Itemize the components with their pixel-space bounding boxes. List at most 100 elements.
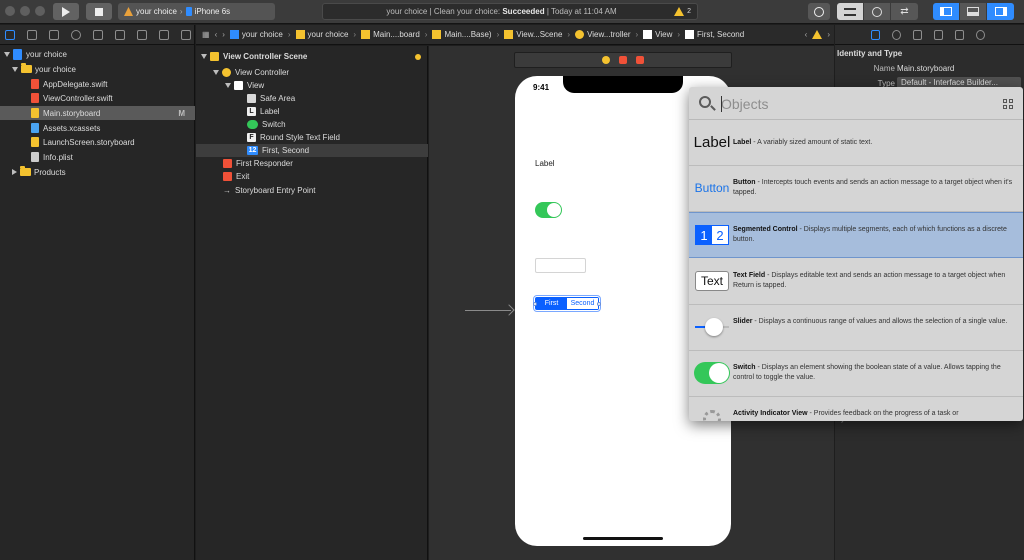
library-item-description: Switch - Displays an element showing the… bbox=[733, 363, 1013, 383]
outline-safe-area[interactable]: Safe Area bbox=[196, 92, 428, 105]
disclosure-open-icon[interactable] bbox=[4, 51, 10, 57]
tree-file-appdelegate[interactable]: AppDelegate.swift bbox=[0, 77, 195, 91]
disclosure-open-icon[interactable] bbox=[201, 54, 207, 59]
outline-scene[interactable]: View Controller Scene bbox=[196, 50, 428, 63]
forward-icon[interactable]: › bbox=[222, 30, 225, 39]
device-icon bbox=[185, 7, 192, 16]
view-controller-dock-icon[interactable] bbox=[602, 56, 610, 64]
outline-view[interactable]: View bbox=[196, 79, 428, 92]
report-tab-icon[interactable] bbox=[181, 29, 191, 40]
resize-handle-left[interactable] bbox=[533, 302, 537, 306]
toggle-inspector-button[interactable] bbox=[987, 3, 1014, 20]
version-editor-button[interactable]: ⇄ bbox=[891, 3, 918, 20]
outline-first-responder[interactable]: First Responder bbox=[196, 157, 428, 170]
canvas-label[interactable]: Label bbox=[535, 159, 555, 168]
identity-inspector-icon[interactable] bbox=[913, 29, 922, 40]
help-inspector-icon[interactable] bbox=[892, 29, 901, 40]
canvas-segmented-control[interactable]: First Second bbox=[533, 295, 601, 312]
source-control-tab-icon[interactable] bbox=[27, 29, 37, 40]
library-item-segmented-control[interactable]: 1 2 Segmented Control - Displays multipl… bbox=[689, 212, 1023, 258]
test-tab-icon[interactable] bbox=[115, 29, 125, 40]
minimize-window-button[interactable] bbox=[20, 6, 30, 16]
file-inspector-icon[interactable] bbox=[871, 29, 880, 40]
tree-group-products[interactable]: Products bbox=[0, 165, 195, 179]
jump-crumb[interactable]: View...troller bbox=[575, 30, 631, 40]
jump-crumb[interactable]: View...Scene bbox=[504, 30, 562, 40]
warning-icon[interactable] bbox=[812, 30, 823, 39]
crumb-label: First, Second bbox=[697, 29, 745, 39]
first-responder-dock-icon[interactable] bbox=[619, 56, 627, 64]
size-inspector-icon[interactable] bbox=[955, 29, 964, 40]
canvas-text-field[interactable] bbox=[535, 258, 586, 273]
warning-count[interactable]: 2 bbox=[687, 8, 691, 15]
resize-handle-right[interactable] bbox=[597, 302, 601, 306]
toggle-navigator-button[interactable] bbox=[933, 3, 960, 20]
storyboard-entry-arrow[interactable] bbox=[465, 310, 511, 311]
tree-project-root[interactable]: your choice bbox=[0, 47, 195, 61]
jump-crumb[interactable]: Main....board bbox=[361, 30, 420, 40]
library-item-switch[interactable]: Switch - Displays an element showing the… bbox=[689, 351, 1023, 397]
library-item-slider[interactable]: Slider - Displays a continuous range of … bbox=[689, 305, 1023, 351]
library-button[interactable] bbox=[808, 3, 830, 20]
tree-file-viewcontroller[interactable]: ViewController.swift bbox=[0, 91, 195, 105]
back-icon[interactable]: ‹ bbox=[215, 30, 218, 39]
jump-crumb[interactable]: Main....Base) bbox=[432, 30, 492, 40]
run-button[interactable] bbox=[53, 3, 79, 20]
debug-tab-icon[interactable] bbox=[137, 29, 147, 40]
disclosure-open-icon[interactable] bbox=[213, 70, 219, 75]
folder-tab-icon[interactable] bbox=[5, 29, 15, 40]
outline-text-field[interactable]: F Round Style Text Field bbox=[196, 131, 428, 144]
label-icon: L bbox=[247, 107, 256, 116]
library-search-input[interactable] bbox=[721, 95, 981, 113]
jump-crumb[interactable]: your choice bbox=[229, 30, 283, 40]
jump-crumb[interactable]: your choice bbox=[295, 30, 348, 40]
library-item-label[interactable]: Label Label - A variably sized amount of… bbox=[689, 120, 1023, 166]
issue-tab-icon[interactable] bbox=[93, 29, 103, 40]
library-item-text-field[interactable]: Text Text Field - Displays editable text… bbox=[689, 259, 1023, 305]
tree-group-folder[interactable]: your choice bbox=[0, 62, 195, 76]
disclosure-closed-icon[interactable] bbox=[12, 169, 17, 175]
breakpoint-tab-icon[interactable] bbox=[159, 29, 169, 40]
tree-file-infoplist[interactable]: Info.plist bbox=[0, 150, 195, 164]
issue-back-icon[interactable]: ‹ bbox=[805, 30, 808, 39]
outline-entry-point[interactable]: → Storyboard Entry Point bbox=[196, 184, 428, 197]
assistant-editor-button[interactable] bbox=[864, 3, 891, 20]
tree-file-assets[interactable]: Assets.xcassets bbox=[0, 121, 195, 135]
scheme-selector[interactable]: your choice › iPhone 6s bbox=[118, 3, 275, 20]
exit-dock-icon[interactable] bbox=[636, 56, 644, 64]
segment-second[interactable]: Second bbox=[567, 298, 598, 309]
zoom-window-button[interactable] bbox=[35, 6, 45, 16]
related-items-icon[interactable]: ▦ bbox=[202, 30, 210, 39]
outline-exit[interactable]: Exit bbox=[196, 170, 428, 183]
find-tab-icon[interactable] bbox=[71, 29, 81, 40]
close-window-button[interactable] bbox=[5, 6, 15, 16]
tree-file-launchscreen[interactable]: LaunchScreen.storyboard bbox=[0, 135, 195, 149]
outline-switch[interactable]: Switch bbox=[196, 118, 428, 131]
connections-inspector-icon[interactable] bbox=[976, 29, 985, 40]
jump-crumb[interactable]: View bbox=[643, 30, 672, 40]
grid-view-icon[interactable] bbox=[1003, 99, 1013, 109]
segment-first[interactable]: First bbox=[536, 298, 567, 309]
outline-view-controller[interactable]: View Controller bbox=[196, 66, 428, 79]
toolbar: your choice › iPhone 6s your choice | Cl… bbox=[0, 0, 1024, 24]
disclosure-open-icon[interactable] bbox=[12, 66, 18, 72]
outline-label-item[interactable]: L Label bbox=[196, 105, 428, 118]
attributes-inspector-icon[interactable] bbox=[934, 29, 943, 40]
toggle-debug-button[interactable] bbox=[960, 3, 987, 20]
standard-editor-button[interactable] bbox=[837, 3, 864, 20]
canvas-switch[interactable] bbox=[535, 202, 562, 218]
symbol-tab-icon[interactable] bbox=[49, 29, 59, 40]
library-item-button[interactable]: Button Button - Intercepts touch events … bbox=[689, 166, 1023, 212]
project-navigator: your choice your choice AppDelegate.swif… bbox=[0, 25, 195, 560]
jump-crumb[interactable]: First, Second bbox=[685, 29, 745, 40]
library-item-desc: - Displays a continuous range of values … bbox=[752, 318, 1008, 325]
issue-forward-icon[interactable]: › bbox=[827, 30, 830, 39]
disclosure-open-icon[interactable] bbox=[225, 83, 231, 88]
label-thumb-text: Label bbox=[693, 133, 731, 151]
library-item-activity-indicator[interactable]: Activity Indicator View - Provides feedb… bbox=[689, 397, 1023, 421]
outline-label: Safe Area bbox=[260, 94, 296, 103]
outline-segmented-control[interactable]: 12 First, Second bbox=[196, 144, 428, 157]
warning-icon[interactable] bbox=[674, 7, 685, 16]
stop-button[interactable] bbox=[86, 3, 112, 20]
tree-file-main-storyboard[interactable]: Main.storyboard M bbox=[0, 106, 195, 120]
